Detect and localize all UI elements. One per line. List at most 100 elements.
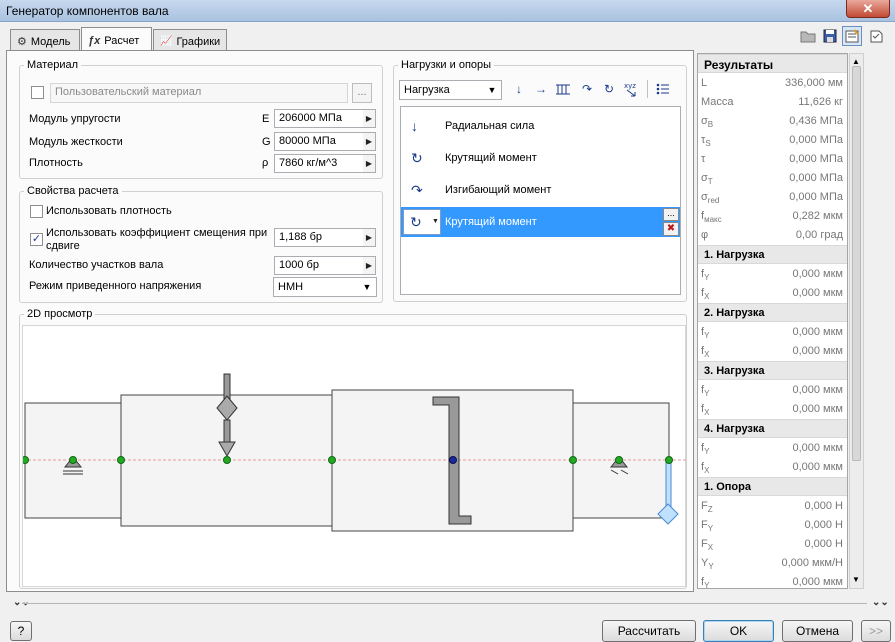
svg-text:xyz: xyz — [624, 82, 636, 90]
density-arrow-icon[interactable]: ▶ — [363, 154, 376, 173]
delete-load-icon[interactable]: ✖ — [663, 222, 679, 236]
result-row: fY 0,000 мкм — [698, 439, 847, 458]
collapse-right-icon[interactable]: ⌄⌄ — [872, 597, 889, 608]
load-item-radial-force[interactable]: ↓ Радиальная сила — [401, 113, 680, 139]
load-item-label: Изгибающий момент — [445, 184, 552, 196]
torque-icon: ↻ — [411, 150, 423, 166]
result-value: 0,00 град — [795, 229, 843, 241]
scroll-down-icon[interactable]: ▼ — [852, 575, 860, 584]
result-label: fY — [701, 268, 709, 282]
shear-coefficient-input[interactable]: 1,188 бр — [274, 228, 364, 247]
elastic-modulus-input[interactable]: 206000 МПа — [274, 109, 364, 128]
load-item-bending-moment[interactable]: ↷ Изгибающий момент — [401, 177, 680, 203]
result-value: 0,000 Н — [804, 538, 843, 550]
chevron-down-icon: ▼ — [432, 218, 439, 225]
result-row: L 336,000 мм — [698, 74, 847, 93]
stress-mode-select[interactable]: HMH ▼ — [273, 277, 377, 297]
use-density-checkbox[interactable] — [30, 205, 43, 218]
result-section-header[interactable]: 1. Опора — [698, 477, 847, 496]
result-label: fY — [701, 326, 709, 340]
density-input[interactable]: 7860 кг/м^3 — [274, 154, 364, 173]
scroll-up-icon[interactable]: ▲ — [852, 57, 860, 66]
report-icon[interactable] — [866, 26, 886, 46]
result-label: fY — [701, 442, 709, 456]
user-material-field[interactable]: Пользовательский материал — [50, 83, 348, 103]
load-item-label: Крутящий момент — [445, 152, 537, 164]
shear-modulus-arrow-icon[interactable]: ▶ — [363, 132, 376, 151]
result-value: 0,000 МПа — [789, 134, 843, 146]
shear-modulus-input[interactable]: 80000 МПа — [274, 132, 364, 151]
result-row: τ 0,000 МПа — [698, 150, 847, 169]
tab-model[interactable]: ⚙ Модель — [10, 29, 80, 50]
load-more-button[interactable]: ... — [663, 208, 679, 221]
result-value: 0,000 Н — [804, 500, 843, 512]
result-label: FX — [701, 538, 713, 552]
load-type-dropdown[interactable]: ↻ ▼ — [403, 209, 441, 235]
axial-force-tool-icon[interactable]: → — [532, 80, 550, 98]
close-window-button[interactable]: ✕ — [846, 0, 890, 18]
result-subscript: Z — [707, 505, 713, 515]
tab-calculation[interactable]: ƒx Расчет — [81, 27, 152, 51]
shaft-2d-preview[interactable] — [21, 325, 687, 587]
list-view-icon[interactable] — [654, 80, 672, 98]
load-item-label: Радиальная сила — [445, 120, 535, 132]
open-folder-icon[interactable] — [798, 26, 818, 46]
result-section-header[interactable]: 4. Нагрузка — [698, 419, 847, 438]
radial-force-tool-icon[interactable]: ↓ — [510, 80, 528, 98]
result-label: FZ — [701, 500, 713, 514]
shaft-node — [328, 456, 336, 464]
elastic-modulus-symbol: E — [262, 113, 270, 125]
shear-coefficient-checkbox[interactable]: ✓ — [30, 233, 43, 246]
shaft-segments-arrow-icon[interactable]: ▶ — [363, 256, 376, 275]
results-scrollbar[interactable]: ▲ ▼ — [849, 53, 864, 589]
result-value: 0,000 МПа — [789, 153, 843, 165]
result-row: YY 0,000 мкм/Н — [698, 554, 847, 573]
user-material-checkbox[interactable] — [31, 86, 44, 99]
cancel-button[interactable]: Отмена — [782, 620, 853, 642]
results-scroll-thumb[interactable] — [852, 66, 861, 461]
xyz-coordinates-icon[interactable]: xyz — [622, 80, 640, 98]
load-type-select[interactable]: Нагрузка ▼ — [399, 80, 502, 100]
elastic-modulus-arrow-icon[interactable]: ▶ — [363, 109, 376, 128]
ok-button[interactable]: OK — [703, 620, 774, 642]
torque-tool-icon[interactable]: ↻ — [600, 80, 618, 98]
material-browse-button[interactable]: ... — [352, 83, 372, 103]
result-subscript: Y — [704, 273, 710, 283]
result-symbol: F — [701, 519, 708, 531]
shaft-segments-input[interactable]: 1000 бр — [274, 256, 364, 275]
preview-results-icon[interactable] — [842, 26, 862, 46]
use-density-label: Использовать плотность — [46, 205, 172, 217]
result-row: FX 0,000 Н — [698, 535, 847, 554]
tab-model-label: Модель — [30, 35, 71, 48]
result-label: fX — [701, 403, 709, 417]
tab-graphs[interactable]: 📈 Графики — [153, 29, 227, 50]
loads-supports-group-label: Нагрузки и опоры — [398, 59, 495, 71]
shear-coefficient-arrow-icon[interactable]: ▶ — [363, 228, 376, 247]
result-value: 0,000 мкм — [792, 345, 843, 357]
distributed-load-tool-icon[interactable] — [554, 80, 572, 98]
more-options-button[interactable]: >> — [861, 620, 891, 642]
result-section-header[interactable]: 2. Нагрузка — [698, 303, 847, 322]
density-label: Плотность — [29, 157, 83, 169]
help-button[interactable]: ? — [10, 621, 32, 641]
result-row: fX 0,000 мкм — [698, 342, 847, 361]
result-subscript: X — [704, 292, 710, 302]
result-value: 336,000 мм — [785, 77, 843, 89]
result-row: fмакс 0,282 мкм — [698, 207, 847, 226]
bending-moment-tool-icon[interactable]: ↷ — [578, 80, 596, 98]
save-icon[interactable] — [820, 26, 840, 46]
results-panel: Результаты L 336,000 мм Масса 11,626 кг σB 0,4… — [697, 53, 848, 589]
stress-mode-label: Режим приведенного напряжения — [29, 280, 202, 292]
results-title: Результаты — [698, 54, 847, 73]
load-item-torque[interactable]: ↻ Крутящий момент — [401, 145, 680, 171]
stress-mode-value: HMH — [278, 281, 304, 293]
loads-list[interactable]: ↓ Радиальная сила ↻ Крутящий момент ↷ Из… — [400, 106, 681, 295]
result-row: τS 0,000 МПа — [698, 131, 847, 150]
calculate-button[interactable]: Рассчитать — [602, 620, 696, 642]
title-bar: Генератор компонентов вала ✕ — [0, 0, 895, 22]
result-section-header[interactable]: 3. Нагрузка — [698, 361, 847, 380]
result-section-header[interactable]: 1. Нагрузка — [698, 245, 847, 264]
result-row: φ 0,00 град — [698, 226, 847, 245]
load-item-torque-selected[interactable]: ↻ ▼ Крутящий момент ... ✖ — [401, 207, 680, 237]
result-label: σred — [701, 191, 719, 205]
